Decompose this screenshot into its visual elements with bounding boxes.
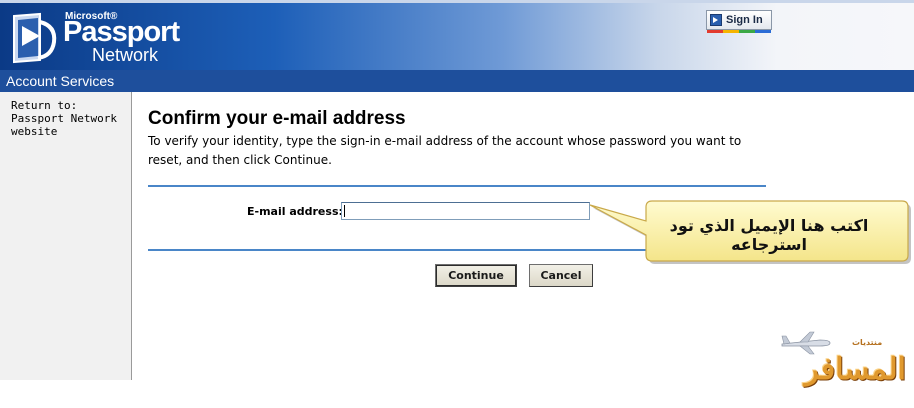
sign-in-color-strip [707, 30, 771, 33]
sign-in-label: Sign In [726, 14, 763, 26]
callout-text: اكتب هنا الإيميل الذي تود استرجاعه [669, 216, 869, 254]
sign-in-button[interactable]: Sign In [706, 10, 772, 33]
text-caret [344, 205, 345, 217]
left-navigation: Return to: Passport Network website [0, 92, 132, 380]
divider-top [148, 185, 766, 187]
instructions-text: To verify your identity, type the sign-i… [148, 134, 742, 167]
banner-top-line [0, 0, 914, 3]
email-input[interactable] [341, 202, 590, 220]
watermark-logo-text: المسافر [804, 352, 906, 387]
passport-logo-icon [13, 12, 57, 64]
account-services-bar: Account Services [0, 70, 914, 92]
continue-button[interactable]: Continue [435, 264, 517, 287]
email-label: E-mail address: [247, 205, 343, 218]
passport-signin-icon [710, 14, 722, 26]
account-services-title: Account Services [6, 73, 115, 89]
bottom-strip [0, 380, 914, 408]
watermark-forums-label: منتديات [852, 338, 883, 347]
header-banner: Microsoft® Passport Network Sign In [0, 0, 914, 70]
return-to-passport-link[interactable]: Return to: Passport Network website [11, 99, 129, 138]
brand-network: Network [92, 45, 159, 65]
page-title: Confirm your e-mail address [148, 108, 406, 129]
